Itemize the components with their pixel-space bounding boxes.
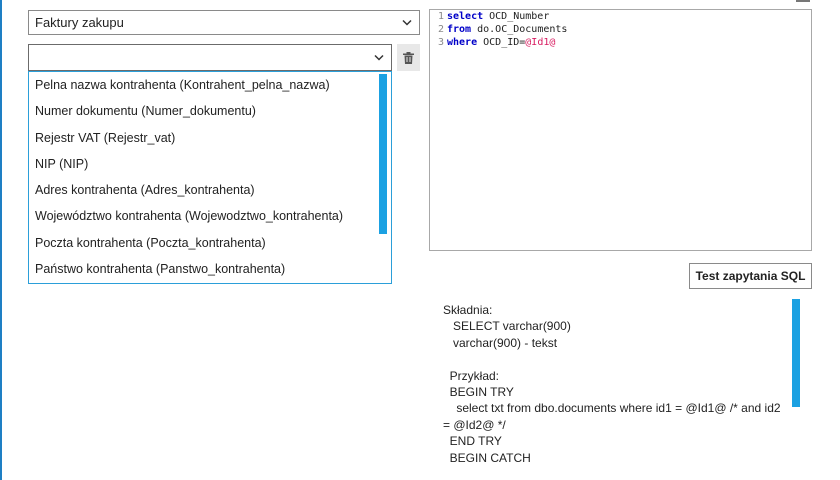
dropdown-item[interactable]: Poczta kontrahenta (Poczta_kontrahenta): [29, 230, 391, 256]
dropdown-item[interactable]: Numer dokumentu (Numer_dokumentu): [29, 98, 391, 124]
help-line: varchar(900) - tekst: [443, 335, 558, 350]
sql-text: OCD_ID=: [477, 37, 526, 48]
sql-editor[interactable]: 1 select OCD_Number 2 from do.OC_Documen…: [429, 9, 812, 251]
chevron-down-icon: [402, 19, 412, 26]
line-number: 2: [437, 24, 444, 35]
code-line: 3 where OCD_ID=@Id1@: [430, 36, 811, 49]
sql-keyword: from: [447, 24, 472, 35]
sql-parameter: @Id1@: [525, 37, 556, 48]
test-sql-button[interactable]: Test zapytania SQL: [689, 263, 812, 289]
window-corner-mark: [796, 0, 810, 2]
dropdown-item[interactable]: Pelna nazwa kontrahenta (Kontrahent_peln…: [29, 72, 391, 98]
dropdown-item[interactable]: NIP (NIP): [29, 151, 391, 177]
help-line: BEGIN CATCH: [443, 450, 531, 465]
delete-button[interactable]: [397, 44, 420, 71]
help-line: select txt from dbo.documents where id1 …: [443, 401, 781, 416]
help-line: [443, 351, 783, 367]
document-type-select[interactable]: Faktury zakupu: [28, 10, 420, 35]
sql-text: OCD_Number: [483, 11, 550, 22]
dropdown-item[interactable]: Województwo kontrahenta (Wojewodztwo_kon…: [29, 203, 391, 229]
chevron-down-icon: [374, 54, 384, 61]
trash-icon: [403, 51, 414, 64]
code-line: 1 select OCD_Number: [430, 10, 811, 23]
help-line: END TRY: [443, 434, 502, 449]
dropdown-item[interactable]: Państwo kontrahenta (Panstwo_kontrahenta…: [29, 256, 391, 282]
help-line: = @Id2@ */: [443, 417, 506, 432]
field-select[interactable]: [28, 44, 392, 71]
sql-keyword: select: [447, 11, 484, 22]
sql-keyword: where: [447, 37, 478, 48]
help-scrollbar[interactable]: [792, 299, 800, 407]
window-edge: [0, 0, 2, 480]
syntax-help-text: Składnia: SELECT varchar(900) varchar(90…: [443, 302, 783, 466]
line-number: 3: [437, 37, 444, 48]
field-dropdown-list[interactable]: Pelna nazwa kontrahenta (Kontrahent_peln…: [28, 71, 392, 284]
line-number: 1: [437, 11, 444, 22]
help-line: BEGIN TRY: [443, 385, 514, 400]
dropdown-item[interactable]: Adres kontrahenta (Adres_kontrahenta): [29, 177, 391, 203]
sql-text: do.OC_Documents: [471, 24, 568, 35]
help-line: Przykład:: [443, 368, 500, 383]
help-line: Składnia:: [443, 303, 493, 317]
dropdown-item[interactable]: Rejestr VAT (Rejestr_vat): [29, 125, 391, 151]
help-line: SELECT varchar(900): [443, 319, 571, 334]
dropdown-scrollbar[interactable]: [379, 74, 387, 234]
code-line: 2 from do.OC_Documents: [430, 23, 811, 36]
document-type-select-value: Faktury zakupu: [35, 15, 124, 30]
